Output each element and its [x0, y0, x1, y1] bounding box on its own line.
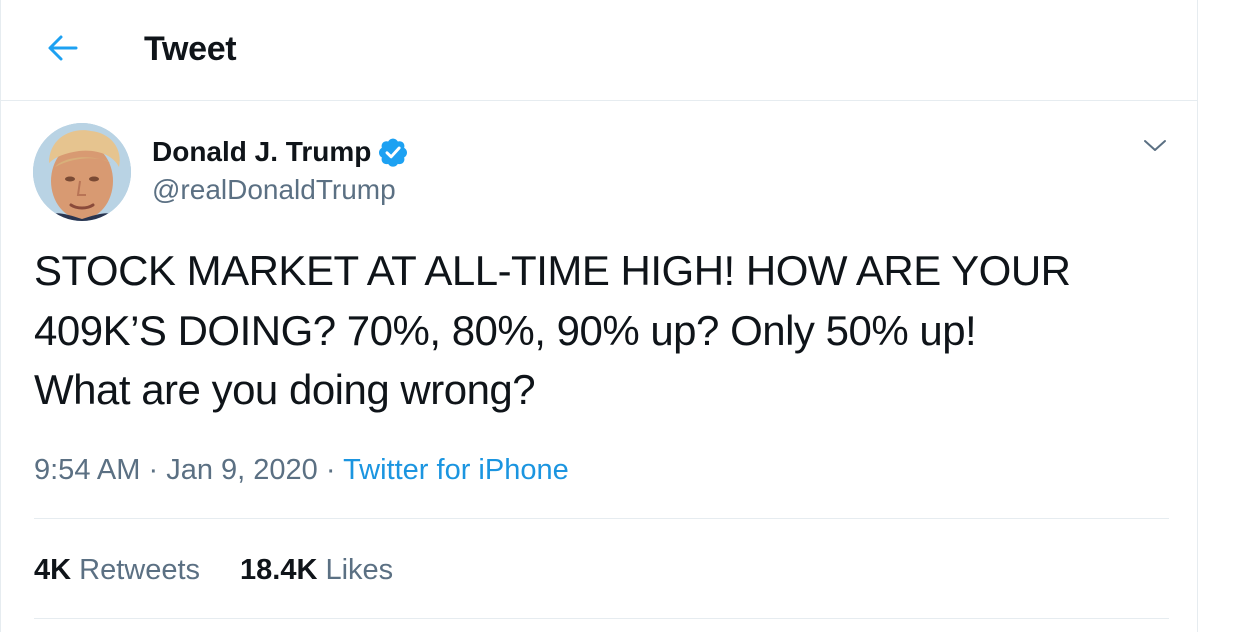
likes-count: 18.4K [240, 554, 318, 586]
likes-stat[interactable]: 18.4K Likes [240, 550, 393, 590]
more-options-button[interactable] [1139, 130, 1171, 162]
retweets-label: Retweets [79, 554, 201, 586]
verified-badge-icon [379, 138, 408, 167]
tweet-column: Tweet Donald J. Trump @realDonaldTrump S… [0, 0, 1198, 632]
page-header: Tweet [1, 0, 1197, 101]
page-title: Tweet [144, 30, 237, 68]
retweets-count: 4K [34, 554, 72, 586]
tweet-text: STOCK MARKET AT ALL-TIME HIGH! HOW ARE Y… [34, 241, 1174, 420]
retweets-stat[interactable]: 4K Retweets [34, 550, 200, 590]
tweet-text-line: STOCK MARKET AT ALL-TIME HIGH! HOW ARE Y… [34, 247, 1071, 294]
avatar[interactable] [33, 123, 131, 221]
meta-separator: · [148, 454, 159, 486]
tweet-text-line: What are you doing wrong? [34, 366, 536, 413]
likes-label: Likes [325, 554, 394, 586]
tweet-source-link[interactable]: Twitter for iPhone [343, 454, 569, 486]
divider [34, 518, 1169, 519]
divider [34, 618, 1169, 619]
meta-separator: · [325, 454, 336, 486]
arrow-left-icon [48, 35, 78, 61]
tweet-time[interactable]: 9:54 AM [34, 454, 140, 486]
author-handle[interactable]: @realDonaldTrump [152, 172, 396, 208]
tweet-date[interactable]: Jan 9, 2020 [166, 454, 318, 486]
tweet-text-line: 409K’S DOING? 70%, 80%, 90% up? Only 50%… [34, 306, 977, 354]
back-button[interactable] [41, 28, 85, 68]
tweet-stats: 4K Retweets 18.4K Likes [34, 550, 433, 590]
author-row: Donald J. Trump [152, 133, 409, 171]
chevron-down-icon [1144, 140, 1166, 151]
avatar-image [33, 123, 131, 221]
author-name[interactable]: Donald J. Trump [152, 133, 371, 171]
tweet-metadata: 9:54 AM · Jan 9, 2020 · Twitter for iPho… [34, 450, 569, 490]
